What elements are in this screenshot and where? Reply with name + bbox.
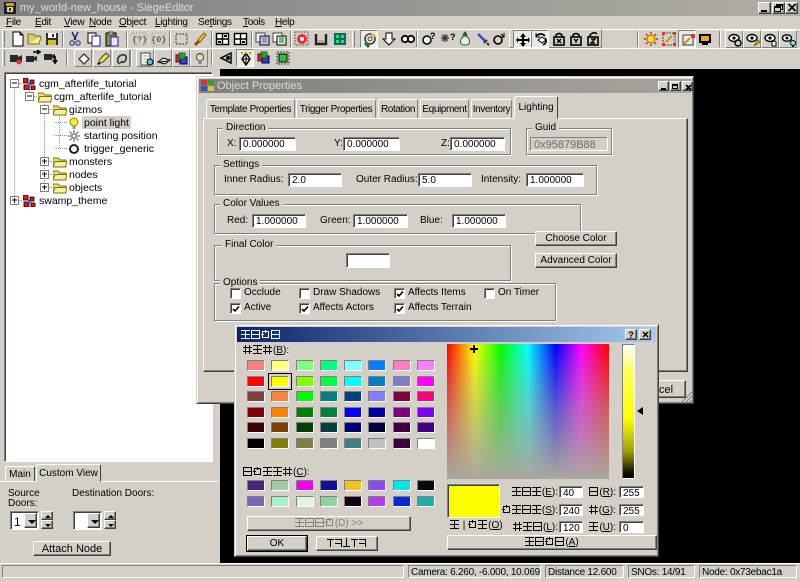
svg-text:{0}: {0} <box>151 35 166 45</box>
svg-text:{?}: {?} <box>132 35 147 45</box>
svg-text:?: ? <box>430 31 436 41</box>
svg-text:?: ? <box>450 32 456 42</box>
